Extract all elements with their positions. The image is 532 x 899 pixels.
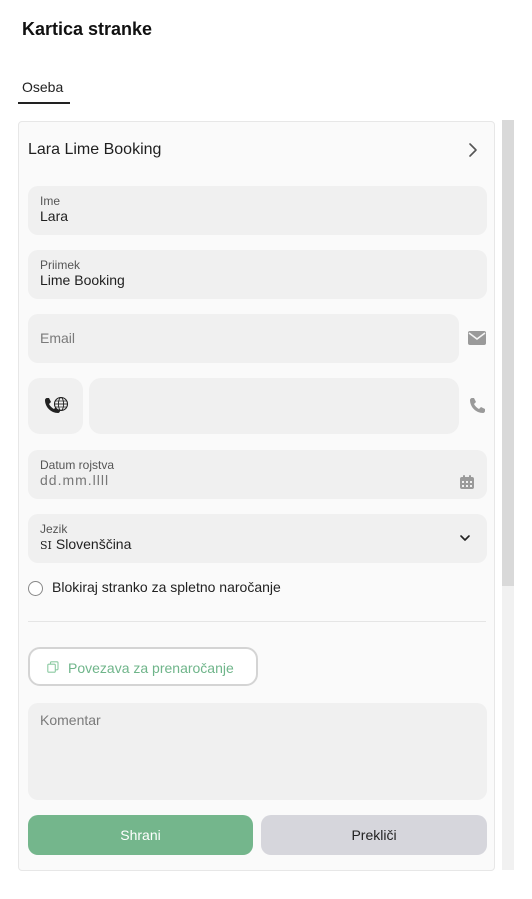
divider (28, 621, 486, 622)
phone-icon (470, 398, 485, 413)
comment-textarea[interactable]: Komentar (28, 703, 487, 800)
first-name-label: Ime (40, 194, 61, 208)
language-select[interactable]: Jezik SI Slovenščina (28, 514, 487, 563)
last-name-value: Lime Booking (40, 272, 125, 288)
chevron-down-icon[interactable] (459, 533, 471, 543)
first-name-value: Lara (40, 208, 69, 224)
envelope-icon (468, 331, 486, 345)
copy-icon (47, 661, 59, 673)
cancel-button[interactable]: Prekliči (261, 815, 487, 855)
block-online-label[interactable]: Blokiraj stranko za spletno naročanje (52, 579, 281, 595)
email-field[interactable]: Email (28, 314, 459, 363)
save-button[interactable]: Shrani (28, 815, 253, 855)
phone-input[interactable] (89, 378, 459, 434)
comment-placeholder: Komentar (40, 712, 101, 728)
rebook-link-button[interactable]: Povezava za prenaročanje (28, 647, 258, 686)
phone-country-selector[interactable] (28, 378, 83, 434)
last-name-label: Priimek (40, 258, 81, 272)
language-label: Jezik (40, 522, 68, 536)
birthdate-label: Datum rojstva (40, 458, 115, 472)
birthdate-field[interactable]: Datum rojstva dd.mm.llll (28, 450, 487, 499)
birthdate-placeholder: dd.mm.llll (40, 472, 110, 488)
client-card: Lara Lime Booking Ime Lara Priimek Lime … (18, 121, 495, 871)
tab-oseba[interactable]: Oseba (18, 79, 70, 104)
page-title: Kartica stranke (22, 19, 153, 39)
language-value: Slovenščina (55, 536, 132, 552)
first-name-field[interactable]: Ime Lara (28, 186, 487, 235)
email-placeholder: Email (40, 330, 76, 346)
rebook-link-label: Povezava za prenaročanje (68, 660, 234, 676)
chevron-right-icon[interactable] (466, 142, 480, 158)
block-online-checkbox[interactable] (28, 581, 43, 596)
last-name-field[interactable]: Priimek Lime Booking (28, 250, 487, 299)
calendar-icon[interactable] (459, 474, 475, 490)
phone-globe-icon (45, 396, 69, 413)
si-flag-icon: SI (40, 539, 52, 552)
language-selected: SI Slovenščina (40, 536, 131, 552)
client-name-title: Lara Lime Booking (28, 141, 162, 158)
scrollbar-thumb[interactable] (502, 120, 514, 586)
client-header[interactable]: Lara Lime Booking (19, 122, 494, 178)
